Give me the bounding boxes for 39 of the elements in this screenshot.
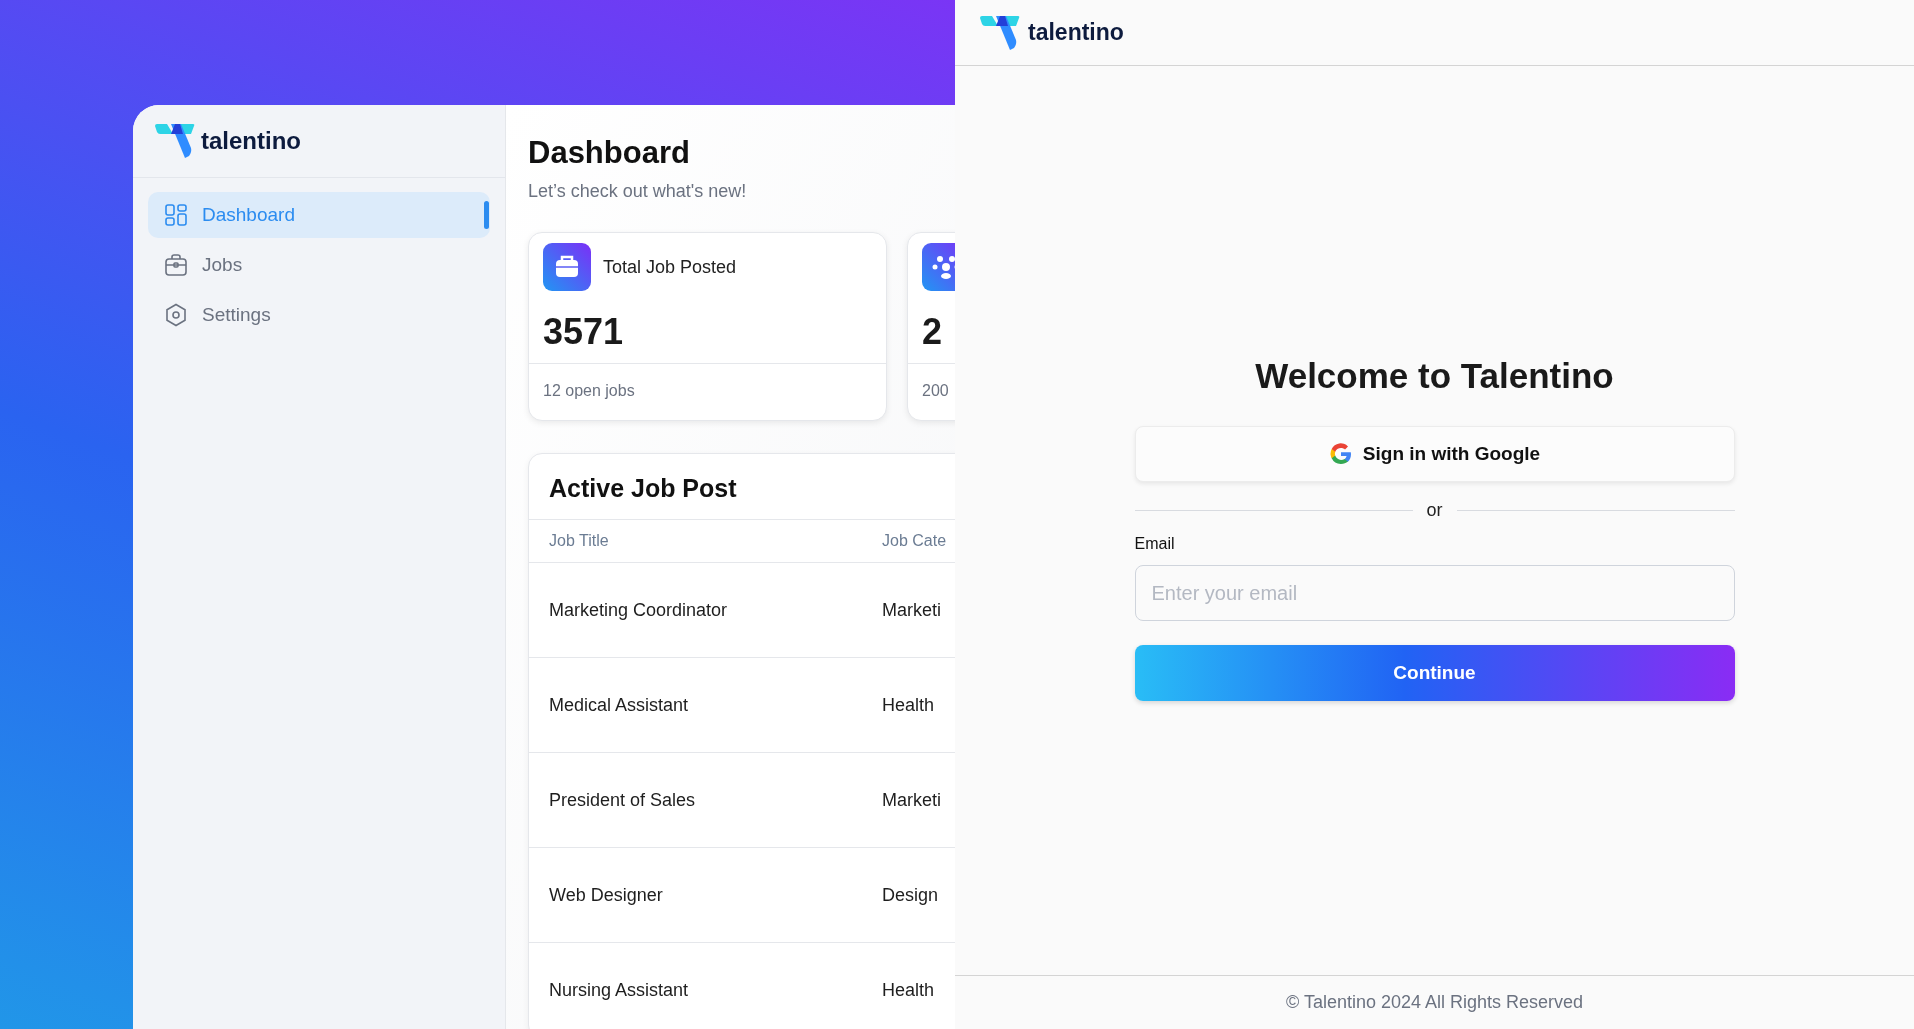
logo-icon [980,15,1020,50]
stat-title: Total Job Posted [603,256,737,278]
sidebar-item[interactable]: Settings [148,292,490,338]
briefcase-icon [164,253,188,277]
sidebar-item[interactable]: Jobs [148,242,490,288]
table-cell-text: Marketing Coordinator [549,599,729,621]
continue-button[interactable]: Continue [1134,645,1735,701]
google-sign-in-button[interactable]: Sign in with Google [1134,426,1735,482]
settings-icon [164,303,188,327]
copyright-text: © Talentino 2024 All Rights Reserved [1285,992,1584,1013]
stat-footnote: 12 open jobs [543,382,635,399]
grid-icon [164,203,188,227]
briefcase-icon [543,243,591,291]
column-header: Job Title [549,532,610,550]
email-input-field[interactable]: Enter your email [1134,565,1735,621]
stat-value: 3571 [542,310,625,354]
page-subtitle: Let’s check out what's new! [528,181,748,202]
field-label: Email [1134,535,1176,553]
table-cell-text: Web Designer [549,884,664,906]
table-cell-text: President of Sales [549,789,697,811]
table-cell: Design [882,884,939,906]
table-cell: Health [882,979,935,1001]
brand-name: talentino [1028,19,1124,46]
table-cell-text: Medical Assistant [549,694,690,716]
active-indicator [484,201,489,229]
brand-name: talentino [201,127,301,155]
table-cell: Health [882,694,935,716]
table-cell: Marketi [882,789,941,811]
divider-label: or [1426,500,1443,521]
stat-footnote: 200 [922,382,949,399]
page-title: Dashboard [528,135,691,171]
table-cell: Marketi [882,599,941,621]
welcome-heading: Welcome to Talentino [1254,356,1615,396]
table-cell-text: Nursing Assistant [549,979,690,1001]
google-icon [1328,442,1353,466]
stat-value: 2 [921,310,944,354]
logo-icon [155,124,195,158]
column-header: Job Cate [882,532,947,550]
sidebar-item[interactable]: Dashboard [148,192,490,238]
